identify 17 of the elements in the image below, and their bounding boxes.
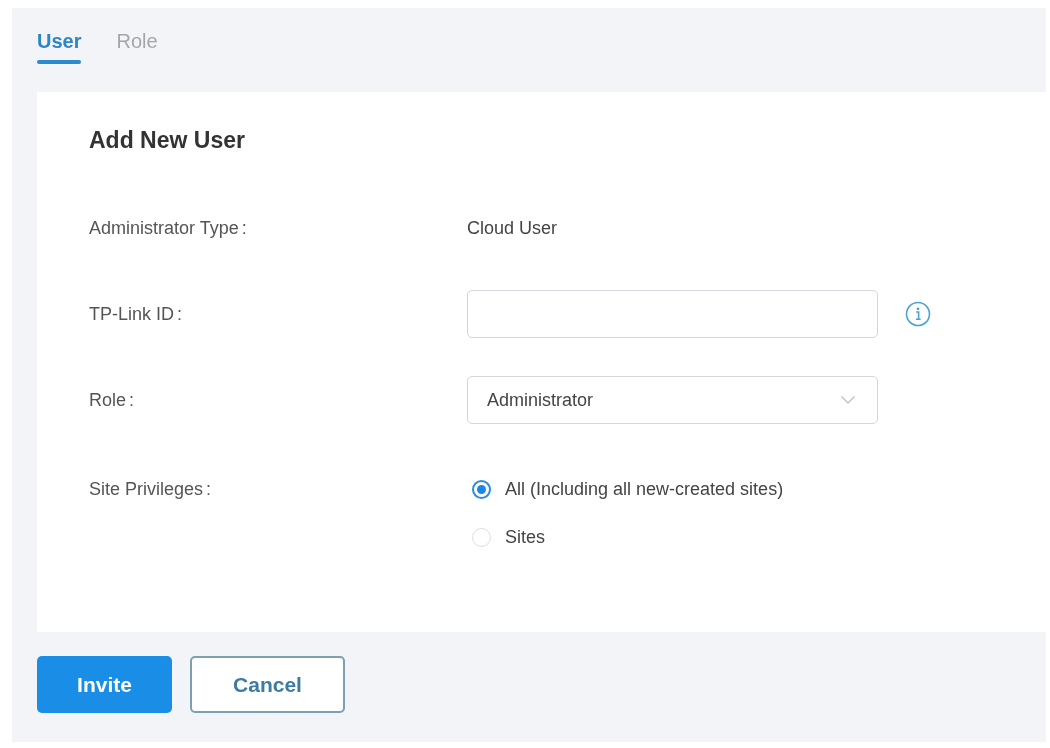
radio-button[interactable] xyxy=(472,479,491,499)
tab[interactable]: User xyxy=(37,28,82,54)
cancel-button[interactable]: Cancel xyxy=(190,656,345,713)
form-title: Add New User xyxy=(89,126,245,154)
field-label: Administrator Type : xyxy=(89,216,247,240)
input-field[interactable] xyxy=(467,290,878,338)
field-label: TP-Link ID : xyxy=(89,302,183,326)
caret-icon xyxy=(841,396,855,404)
info-icon[interactable] xyxy=(905,301,931,327)
field-value: Cloud User xyxy=(467,216,558,240)
field-label: Role : xyxy=(89,388,135,412)
radio-label: All (Including all new-created sites) xyxy=(505,477,784,501)
tab[interactable]: Role xyxy=(116,28,158,54)
field-label: Site Privileges : xyxy=(89,477,212,501)
role-dropdown[interactable]: Administrator xyxy=(467,376,878,424)
invite-button[interactable]: Invite xyxy=(37,656,172,713)
radio-label: Sites xyxy=(505,525,546,549)
